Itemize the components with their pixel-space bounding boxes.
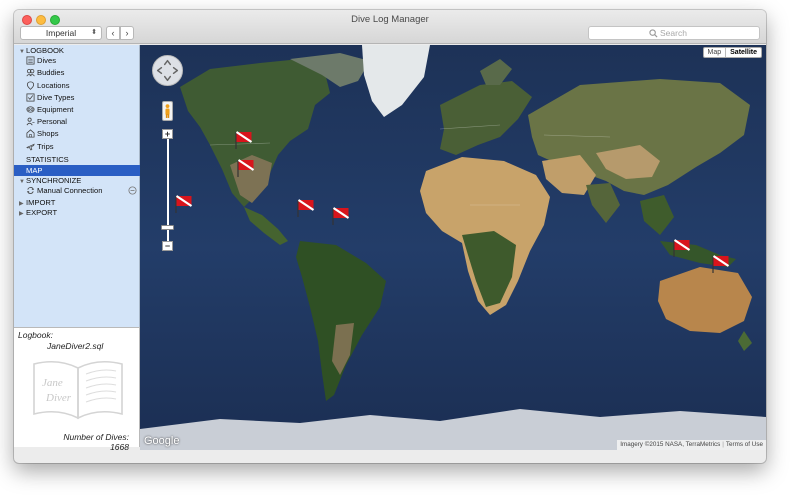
sidebar-section-label: IMPORT	[26, 198, 56, 207]
dive-site-flag[interactable]	[234, 131, 254, 149]
search-icon	[649, 29, 658, 38]
sidebar-item-label: STATISTICS	[26, 155, 69, 164]
sidebar-item-label: Buddies	[37, 68, 65, 77]
window-title: Dive Log Manager	[351, 14, 429, 25]
back-button[interactable]: ‹	[106, 26, 120, 40]
book-text-line-2: Diver	[45, 392, 72, 404]
sidebar: ▼LOGBOOK Dives Buddies Locations Dive Ty…	[14, 45, 140, 327]
sync-icon	[26, 187, 35, 194]
shops-icon	[26, 129, 35, 138]
sidebar-item-label: Trips	[37, 142, 54, 151]
logbook-info-panel: Logbook: JaneDiver2.sql Jane Diver Numbe…	[14, 327, 140, 452]
terms-of-use-link[interactable]: Terms of Use	[726, 441, 763, 448]
sidebar-item-label: Shops	[37, 129, 59, 138]
sidebar-item-buddies[interactable]: Buddies	[14, 67, 140, 78]
personal-icon	[26, 117, 35, 126]
dive-site-flag[interactable]	[174, 195, 194, 213]
buddies-icon	[26, 68, 35, 77]
world-map[interactable]: Map Satellite + − Google Imagery ©2015 N…	[140, 45, 766, 450]
sidebar-item-label: Manual Connection	[37, 186, 103, 195]
sidebar-item-label: Equipment	[37, 105, 74, 114]
sidebar-item-label: Personal	[37, 117, 67, 126]
equipment-icon	[26, 106, 35, 113]
dive-count-value: 1668	[110, 442, 129, 452]
dive-count-label: Number of Dives:	[63, 432, 129, 442]
open-book-icon: Jane Diver	[33, 360, 123, 420]
dive-site-flag[interactable]	[711, 255, 731, 273]
disclosure-right-icon: ▶	[19, 211, 24, 217]
map-attribution: Imagery ©2015 NASA, TerraMetrics | Terms o…	[617, 440, 766, 450]
sidebar-item-label: Locations	[37, 81, 70, 90]
app-window: Dive Log Manager Imperial ⬍ ‹ › ▼LOGBOOK…	[14, 10, 766, 463]
sidebar-item-personal[interactable]: Personal	[14, 116, 140, 127]
sidebar-section-label: EXPORT	[26, 208, 58, 217]
sidebar-section-label: LOGBOOK	[26, 46, 64, 55]
dives-icon	[26, 56, 35, 65]
chevron-updown-icon: ⬍	[91, 29, 97, 36]
zoom-slider-handle[interactable]	[161, 225, 174, 230]
pan-control[interactable]	[152, 55, 183, 86]
dive-site-flag[interactable]	[672, 239, 692, 257]
imagery-credit: Imagery ©2015 NASA, TerraMetrics	[620, 441, 721, 448]
sidebar-item-label: Dives	[37, 56, 56, 65]
street-view-pegman-icon[interactable]	[162, 101, 173, 121]
google-logo: Google	[144, 435, 180, 447]
sidebar-item-equipment[interactable]: Equipment	[14, 104, 140, 115]
sidebar-section-export[interactable]: ▶ EXPORT	[19, 207, 140, 218]
sidebar-item-dives[interactable]: Dives	[14, 55, 140, 66]
search-field[interactable]	[588, 26, 760, 40]
map-type-toggle[interactable]: Map Satellite	[702, 47, 762, 58]
eject-icon[interactable]	[128, 186, 137, 195]
map-type-map-option[interactable]: Map	[704, 48, 726, 57]
units-select-value: Imperial	[45, 28, 77, 38]
zoom-in-button[interactable]: +	[162, 129, 173, 139]
trips-icon	[26, 143, 35, 151]
search-input[interactable]	[660, 27, 750, 39]
sidebar-item-manual-connection[interactable]: Manual Connection	[14, 185, 140, 196]
dive-types-icon	[26, 93, 35, 102]
logbook-filename: JaneDiver2.sql	[47, 341, 104, 351]
sidebar-item-statistics[interactable]: STATISTICS	[14, 154, 140, 165]
book-text-line-1: Jane	[42, 377, 63, 389]
dive-site-flag[interactable]	[296, 199, 316, 217]
logbook-label: Logbook:	[18, 330, 53, 340]
forward-button[interactable]: ›	[120, 26, 134, 40]
units-select[interactable]: Imperial ⬍	[20, 26, 102, 40]
sidebar-item-locations[interactable]: Locations	[14, 80, 140, 91]
sidebar-section-label: SYNCHRONIZE	[26, 176, 82, 185]
zoom-out-button[interactable]: −	[162, 241, 173, 251]
title-bar: Dive Log Manager Imperial ⬍ ‹ ›	[14, 10, 766, 44]
sidebar-item-label: Dive Types	[37, 93, 75, 102]
locations-icon	[26, 81, 35, 90]
dive-site-flag[interactable]	[236, 159, 256, 177]
sidebar-item-shops[interactable]: Shops	[14, 128, 140, 139]
dive-site-flag[interactable]	[331, 207, 351, 225]
sidebar-item-dive-types[interactable]: Dive Types	[14, 92, 140, 103]
sidebar-item-trips[interactable]: Trips	[14, 141, 140, 152]
map-type-satellite-option[interactable]: Satellite	[725, 48, 761, 57]
